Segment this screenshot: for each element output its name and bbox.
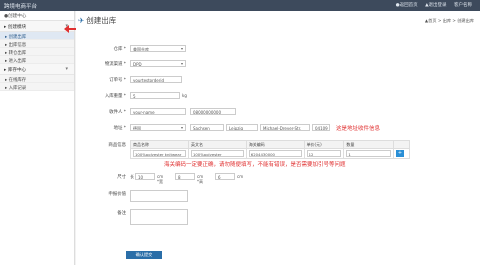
sidebar-item-inbound-records[interactable]: ▸ 入库记录 xyxy=(0,83,74,91)
table-cell: 12 xyxy=(303,148,345,159)
sidebar-group-label: ▸ 创建模块 xyxy=(4,25,27,30)
app-brand: 跨境电商平台 xyxy=(4,4,38,10)
street-input[interactable]: Michael-Dreyer-Str. xyxy=(260,124,310,131)
chevron-down-icon: ▾ xyxy=(65,66,68,72)
sidebar-group-create[interactable]: ▸ 创建模块 ▾ xyxy=(0,21,74,32)
unit-price-input[interactable]: 12 xyxy=(306,150,342,157)
quantity-input[interactable]: 1 xyxy=(346,150,391,157)
declared-label: 申报价值 xyxy=(108,192,126,197)
height-unit: cm xyxy=(237,174,244,179)
warehouse-label: 仓库 * xyxy=(113,47,126,52)
address-label: 地址 * xyxy=(113,126,126,131)
state-input[interactable]: Sachsen xyxy=(190,124,224,131)
carrier-select[interactable]: DPD xyxy=(130,60,186,67)
column-header: 海关编码 xyxy=(245,140,305,149)
goods-table: 商品名称 英文名 海关编码 单价(元) 数量 100%polyester kni… xyxy=(130,140,411,159)
table-cell: 100%polyester xyxy=(187,148,247,159)
main-content: ✈创建出库 ▲首页 > 出库 > 创建出库 仓库 * 美国仓库 物流渠道 * D… xyxy=(76,11,480,265)
contact-label: 收件人 * xyxy=(109,110,126,115)
remark-label: 备注 xyxy=(117,211,126,216)
remark-textarea[interactable] xyxy=(130,209,188,225)
zip-input[interactable]: 04109 xyxy=(312,124,330,131)
table-cell: 6204430000 xyxy=(245,148,305,159)
goods-en-name-input[interactable]: 100%polyester xyxy=(190,150,244,157)
top-bar: 跨境电商平台 ●返回首页 ▲退出登录 客户名称 xyxy=(0,0,480,11)
sidebar-group-inventory[interactable]: ▸ 库存中心 ▾ xyxy=(0,64,74,75)
order-label: 订单号 * xyxy=(109,78,126,83)
declared-input[interactable] xyxy=(130,190,188,202)
user-name[interactable]: 客户名称 xyxy=(454,3,472,8)
sidebar: ●创建中心 ▸ 创建模块 ▾ ▸ 创建出库 ▸ 出库信息 ▸ 转仓出库 ▸ 进入… xyxy=(0,11,75,265)
page-title: ✈ 创建出库 xyxy=(78,16,117,25)
length-unit: cm *宽 xyxy=(157,174,164,184)
sidebar-item-outbound-info[interactable]: ▸ 出库信息 xyxy=(0,40,74,48)
weight-unit: kg xyxy=(182,93,187,98)
column-header-blank xyxy=(392,140,411,149)
address-note: 这是地址收件信息 xyxy=(336,126,381,132)
goods-name-input[interactable]: 100%polyester knitwear xyxy=(133,150,186,157)
add-row-button[interactable]: + xyxy=(395,150,404,157)
submit-button[interactable]: 确认提交 xyxy=(126,251,162,259)
table-cell: 100%polyester knitwear xyxy=(130,148,189,159)
height-input[interactable]: 6 xyxy=(215,173,235,180)
plane-icon: ✈ xyxy=(78,16,85,25)
contact-name-input[interactable]: your-name xyxy=(130,108,186,115)
home-link[interactable]: ●返回首页 xyxy=(396,3,418,8)
length-prefix: 长 xyxy=(130,174,134,179)
sidebar-item-create-outbound[interactable]: ▸ 创建出库 xyxy=(0,32,74,40)
table-row: 100%polyester knitwear 100%polyester 620… xyxy=(130,148,411,159)
column-header: 数量 xyxy=(343,140,394,149)
column-header: 商品名称 xyxy=(130,140,189,149)
sidebar-item-inbound[interactable]: ▸ 进入出库 xyxy=(0,56,74,64)
table-cell: + xyxy=(392,148,411,159)
goods-label: 商品信息 xyxy=(108,143,126,148)
topbar-links: ●返回首页 ▲退出登录 客户名称 xyxy=(390,2,472,8)
carrier-label: 物流渠道 * xyxy=(104,62,126,67)
logout-link[interactable]: ▲退出登录 xyxy=(425,3,446,8)
table-header-row: 商品名称 英文名 海关编码 单价(元) 数量 xyxy=(130,140,411,149)
sidebar-group-label: ▸ 库存中心 xyxy=(4,68,27,73)
warehouse-select[interactable]: 美国仓库 xyxy=(130,45,186,52)
breadcrumb: ▲首页 > 出库 > 创建出库 xyxy=(424,18,474,23)
width-unit: cm *高 xyxy=(197,174,204,184)
sidebar-head: ●创建中心 xyxy=(0,11,74,21)
weight-label: 入库重量 * xyxy=(104,94,126,99)
sidebar-item-online-stock[interactable]: ▸ 在线库存 xyxy=(0,75,74,83)
country-select[interactable]: 德国 xyxy=(130,124,186,131)
column-header: 英文名 xyxy=(187,140,247,149)
city-input[interactable]: Leipzig xyxy=(226,124,258,131)
hs-code-input[interactable]: 6204430000 xyxy=(248,150,302,157)
length-input[interactable]: 10 xyxy=(135,173,155,180)
sidebar-item-transfer[interactable]: ▸ 转仓出库 xyxy=(0,48,74,56)
table-cell: 1 xyxy=(343,148,394,159)
column-header: 单价(元) xyxy=(303,140,345,149)
order-input[interactable]: yourtestorderid xyxy=(130,76,182,83)
contact-phone-input[interactable]: 08000000000 xyxy=(190,108,236,115)
weight-input[interactable]: 5 xyxy=(130,92,180,99)
hs-code-note: 海关编码一定要正确，请勿随便填写，不能有错误，是否需要加引号等问题 xyxy=(164,162,346,168)
sizes-label: 尺寸 xyxy=(117,175,126,180)
width-input[interactable]: 8 xyxy=(175,173,195,180)
